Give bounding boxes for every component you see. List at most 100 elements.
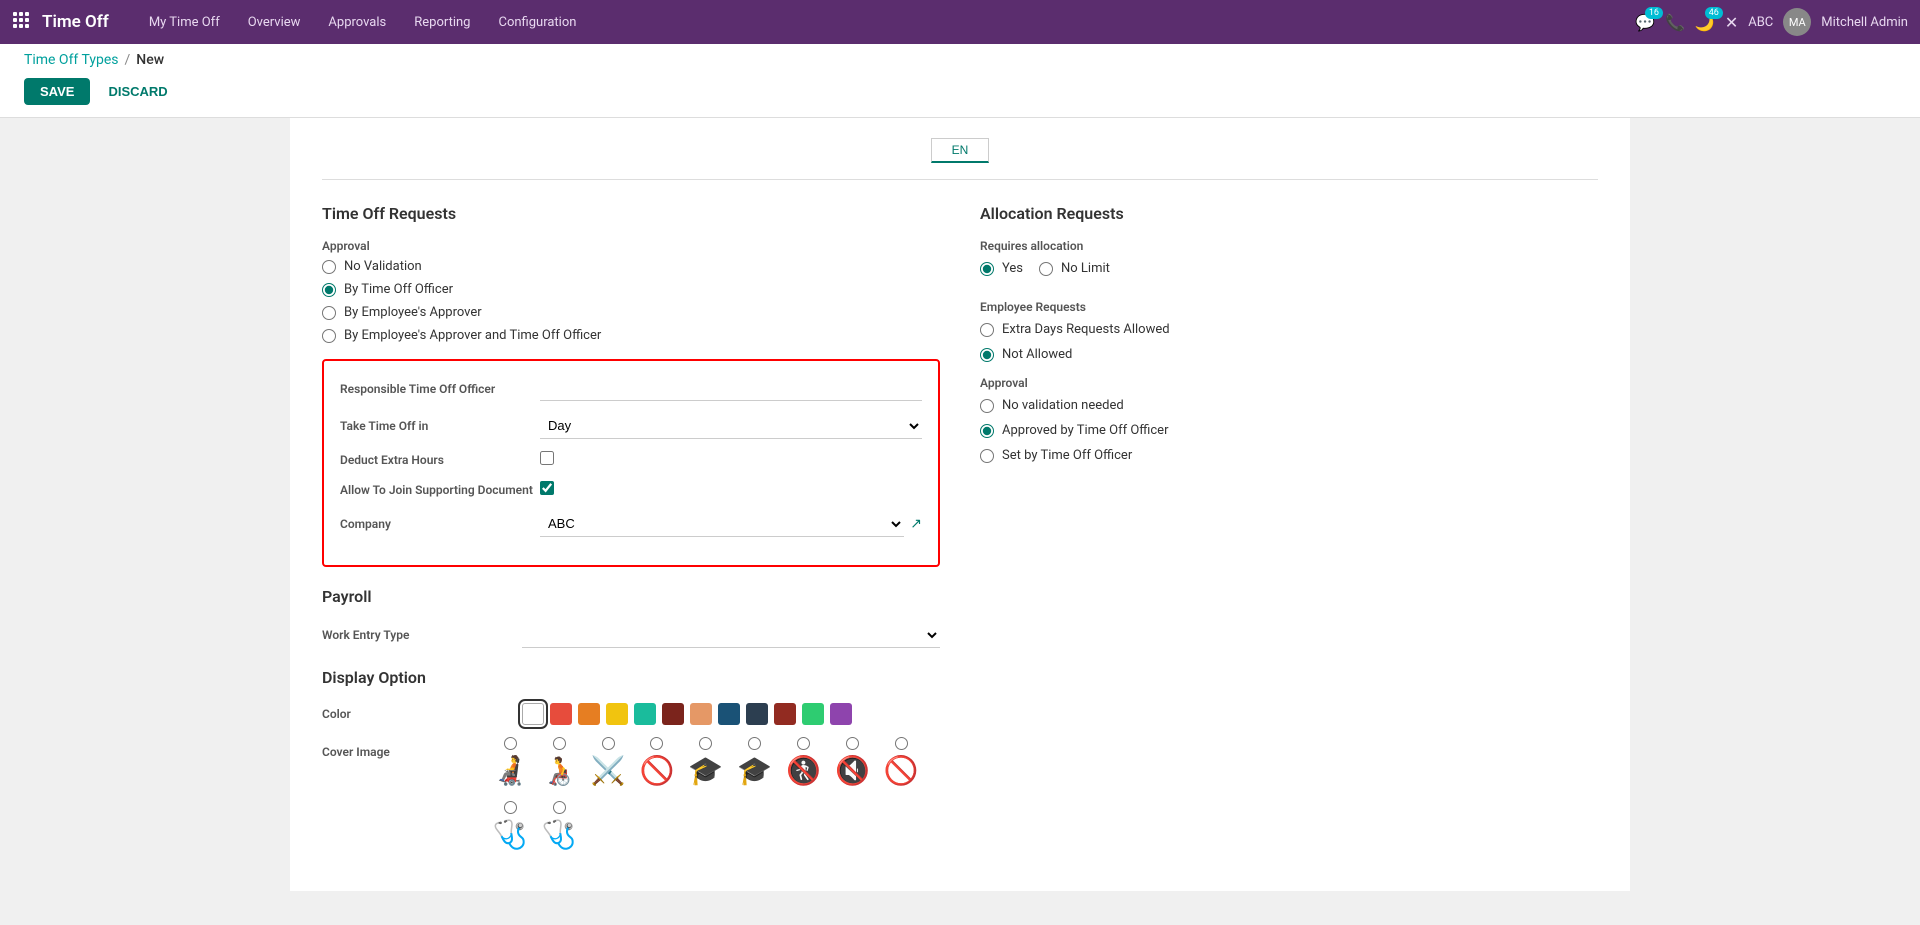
cover-radio-2[interactable] [553, 737, 566, 750]
alloc-approved-label: Approved by Time Off Officer [1002, 423, 1168, 438]
nav-approvals[interactable]: Approvals [316, 9, 398, 36]
cover-icon-4: 🚫 [639, 737, 674, 787]
employee-requests-field: Employee Requests Extra Days Requests Al… [980, 300, 1598, 362]
cover-radio-9[interactable] [895, 737, 908, 750]
time-off-requests-title: Time Off Requests [322, 204, 940, 223]
cover-radio-10[interactable] [504, 801, 517, 814]
cover-img-7: 🚷 [786, 754, 821, 787]
responsible-officer-row: Responsible Time Off Officer [340, 377, 922, 401]
form-divider [322, 179, 1598, 180]
cover-radio-3[interactable] [602, 737, 615, 750]
company-control: ABC ↗ [540, 511, 922, 537]
color-swatch-peach[interactable] [690, 703, 712, 725]
color-swatch-white[interactable] [522, 703, 544, 725]
deduct-extra-row: Deduct Extra Hours [340, 451, 922, 469]
company-label: ABC [1748, 15, 1773, 30]
requires-yes-option: Yes [980, 261, 1023, 276]
main-content: EN Time Off Requests Approval No Validat… [0, 118, 1920, 925]
highlighted-box: Responsible Time Off Officer Take Time O… [322, 359, 940, 567]
display-section: Display Option Color [322, 668, 940, 851]
nav-configuration[interactable]: Configuration [486, 9, 588, 36]
deduct-extra-checkbox[interactable] [540, 451, 554, 465]
color-swatch-crimson[interactable] [774, 703, 796, 725]
deduct-extra-label: Deduct Extra Hours [340, 453, 540, 467]
form-body: EN Time Off Requests Approval No Validat… [290, 118, 1630, 891]
save-button[interactable]: SAVE [24, 78, 90, 105]
chat-icon[interactable]: 💬16 [1635, 13, 1655, 32]
radio-no-validation-input[interactable] [322, 260, 336, 274]
requires-no-limit-label: No Limit [1061, 261, 1110, 276]
responsible-officer-label: Responsible Time Off Officer [340, 382, 540, 396]
color-swatch-teal[interactable] [634, 703, 656, 725]
cover-img-2: 🧑‍🦽 [542, 754, 577, 787]
cover-icon-3: ⚔️ [591, 737, 626, 787]
user-avatar[interactable]: MA [1783, 8, 1811, 36]
username: Mitchell Admin [1821, 15, 1908, 30]
cover-img-8: 🔇 [835, 754, 870, 787]
cover-image-label: Cover Image [322, 737, 493, 759]
color-swatch-purple[interactable] [830, 703, 852, 725]
radio-by-approver-officer: By Employee's Approver and Time Off Offi… [322, 328, 940, 343]
payroll-title: Payroll [322, 587, 940, 606]
nav-overview[interactable]: Overview [236, 9, 313, 36]
work-entry-label: Work Entry Type [322, 628, 522, 642]
take-time-off-label: Take Time Off in [340, 419, 540, 433]
secondary-header: Time Off Types / New SAVE DISCARD [0, 44, 1920, 118]
requires-yes-label: Yes [1002, 261, 1023, 276]
cover-radio-7[interactable] [797, 737, 810, 750]
nav-reporting[interactable]: Reporting [402, 9, 482, 36]
take-time-off-select[interactable]: Day Hour [540, 413, 922, 439]
cover-radio-5[interactable] [699, 737, 712, 750]
alloc-set-radio[interactable] [980, 449, 994, 463]
discard-button[interactable]: DISCARD [98, 78, 177, 105]
grid-icon[interactable]: ​ [12, 11, 30, 34]
allow-join-checkbox[interactable] [540, 481, 554, 495]
radio-by-approver-label: By Employee's Approver [344, 305, 482, 320]
radio-by-approver-officer-input[interactable] [322, 329, 336, 343]
extra-days-radio[interactable] [980, 323, 994, 337]
color-swatch-green[interactable] [802, 703, 824, 725]
color-swatch-orange[interactable] [578, 703, 600, 725]
breadcrumb-parent[interactable]: Time Off Types [24, 52, 119, 68]
breadcrumb: Time Off Types / New [24, 52, 1896, 68]
lang-en-button[interactable]: EN [931, 138, 990, 163]
payroll-section: Payroll Work Entry Type [322, 587, 940, 648]
approval-label: Approval [322, 239, 940, 253]
alloc-no-validation-option: No validation needed [980, 398, 1598, 413]
radio-by-approver-input[interactable] [322, 306, 336, 320]
requires-yes-radio[interactable] [980, 262, 994, 276]
color-swatch-dark-red[interactable] [662, 703, 684, 725]
time-off-requests-col: Time Off Requests Approval No Validation… [322, 204, 940, 851]
allocation-approval-label: Approval [980, 376, 1598, 390]
company-external-link-icon[interactable]: ↗ [910, 516, 922, 532]
color-swatch-navy[interactable] [746, 703, 768, 725]
company-select[interactable]: ABC [540, 511, 904, 537]
close-icon[interactable]: ✕ [1725, 13, 1738, 32]
cover-radio-6[interactable] [748, 737, 761, 750]
cover-radio-1[interactable] [504, 737, 517, 750]
cover-radio-11[interactable] [553, 801, 566, 814]
moon-icon[interactable]: 🌙46 [1695, 13, 1715, 32]
nav-my-time-off[interactable]: My Time Off [137, 9, 232, 36]
alloc-approved-by-officer-option: Approved by Time Off Officer [980, 423, 1598, 438]
action-bar: SAVE DISCARD [24, 74, 1896, 109]
cover-icon-1: 🧑‍🦼 [493, 737, 528, 787]
alloc-no-validation-radio[interactable] [980, 399, 994, 413]
cover-radio-4[interactable] [650, 737, 663, 750]
radio-by-officer-input[interactable] [322, 283, 336, 297]
company-label: Company [340, 517, 540, 531]
extra-days-option: Extra Days Requests Allowed [980, 322, 1598, 337]
cover-radio-8[interactable] [846, 737, 859, 750]
nav-right: 💬16 📞 🌙46 ✕ ABC MA Mitchell Admin [1635, 8, 1908, 36]
responsible-officer-input[interactable] [540, 377, 922, 401]
color-swatch-red[interactable] [550, 703, 572, 725]
requires-no-limit-radio[interactable] [1039, 262, 1053, 276]
not-allowed-radio[interactable] [980, 348, 994, 362]
allow-join-control [540, 481, 922, 499]
allocation-requests-title: Allocation Requests [980, 204, 1598, 223]
work-entry-select[interactable] [522, 622, 940, 648]
color-swatch-dark-blue[interactable] [718, 703, 740, 725]
phone-icon[interactable]: 📞 [1665, 13, 1685, 32]
alloc-approved-radio[interactable] [980, 424, 994, 438]
color-swatch-yellow[interactable] [606, 703, 628, 725]
